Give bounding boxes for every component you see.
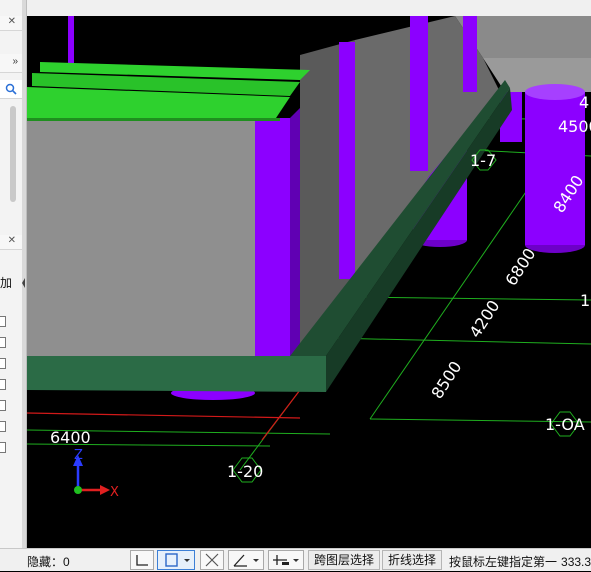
snap-box-icon [165,553,190,567]
status-bar: 隐藏：0 跨图层选择 折线选择 按鼠标左键指定第一 333.3 [0,548,591,571]
search-box[interactable] [0,80,22,99]
coordinate-readout: 333.3 [561,555,591,569]
top-toolbar-strip [0,0,591,17]
ortho-toggle-button[interactable] [130,550,154,570]
angle-icon [233,554,259,567]
scrollbar-thumb[interactable] [10,106,16,202]
axis-label-1-20: 1-20 [227,462,263,481]
command-prompt: 按鼠标左键指定第一 333.3 [449,553,591,570]
panel-header-1: ✕ [0,16,22,31]
axis-label-1-7: 1-7 [470,151,496,170]
checkbox[interactable] [0,316,6,327]
dimension-4: 4 [579,93,589,112]
ortho-icon [136,555,148,566]
wall-front [27,118,260,357]
panel-column-label: 加 [0,276,13,290]
3d-viewport[interactable]: 6400 6800 4200 8500 8400 4500 4 1-20 1-O… [27,16,591,548]
model-scene[interactable]: 6400 6800 4200 8500 8400 4500 4 1-20 1-O… [27,16,591,548]
triad-x-label: X [110,485,119,500]
cross-snap-button[interactable] [200,550,224,570]
axis-label-1-OA: 1-OA [545,415,585,434]
checkbox[interactable] [0,379,6,390]
collapse-arrow-icon[interactable] [22,278,26,288]
triad-z-label: Z [74,448,83,463]
line-style-button[interactable] [268,550,304,570]
hidden-count: 隐藏：0 [27,555,70,569]
panel-header-2: ✕ [0,235,22,250]
angle-snap-button[interactable] [228,550,264,570]
close-icon[interactable]: ✕ [8,16,16,27]
checkbox[interactable] [0,400,6,411]
close-icon[interactable]: ✕ [8,235,16,246]
double-chevron-right-icon[interactable]: » [12,56,18,67]
cross-icon [205,553,219,567]
dimension-4500: 4500 [558,117,591,136]
panel-expand-row: » [0,54,22,73]
checkbox[interactable] [0,337,6,348]
checkbox[interactable] [0,421,6,432]
cross-layer-select-button[interactable]: 跨图层选择 [308,550,381,570]
panel-splitter[interactable] [22,0,26,548]
dimension-6400: 6400 [50,428,91,447]
column-shade [290,108,300,356]
beam-shadow [27,118,280,121]
line-style-icon [273,555,299,565]
checkbox[interactable] [0,358,6,369]
axis-label-1: 1 [580,291,590,310]
prompt-text: 按鼠标左键指定第一 [449,555,558,569]
search-icon[interactable] [5,83,17,95]
polyline-select-button[interactable]: 折线选择 [382,550,443,570]
checkbox[interactable] [0,442,6,453]
snap-mode-button[interactable] [157,550,195,570]
edge-beam-front [27,356,326,392]
